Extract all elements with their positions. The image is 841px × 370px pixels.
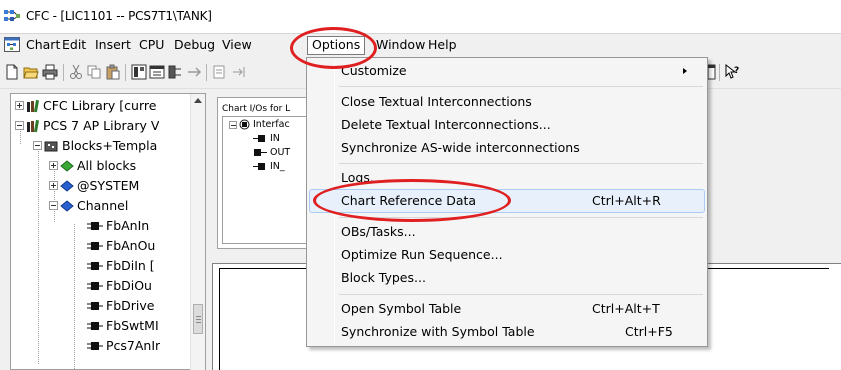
- tree-item-cfc-library[interactable]: CFC Library [curre: [15, 95, 156, 115]
- toolbar-separator: [125, 64, 126, 81]
- cut-icon[interactable]: [68, 64, 84, 80]
- menu-item-customize[interactable]: Customize: [309, 60, 705, 82]
- menu-view[interactable]: View: [218, 37, 256, 54]
- paste-icon[interactable]: [105, 64, 121, 80]
- toolbar-separator: [63, 64, 64, 81]
- menu-item-open-symbol-table[interactable]: Open Symbol Table Ctrl+Alt+T: [309, 298, 705, 320]
- grip-line: [196, 316, 201, 317]
- library-tree-panel[interactable]: CFC Library [curre PCS 7 AP Library V Bl…: [10, 93, 206, 370]
- collapse-icon[interactable]: [229, 120, 237, 129]
- menu-insert[interactable]: Insert: [91, 37, 135, 54]
- function-block-icon: [87, 241, 103, 250]
- tree-item-fbdrive[interactable]: FbDrive: [87, 295, 154, 315]
- input-pin-icon: [253, 163, 265, 170]
- function-block-icon: [87, 321, 103, 330]
- blue-diamond-folder-icon: [60, 179, 74, 192]
- tree-item-channel[interactable]: Channel: [49, 195, 128, 215]
- tree-item-fbanin[interactable]: FbAnIn: [87, 215, 149, 235]
- io-panel-header: Chart I/Os for L: [222, 104, 291, 114]
- library-icon[interactable]: [131, 64, 147, 80]
- collapse-icon[interactable]: [33, 141, 42, 150]
- menu-bar: Chart Edit Insert CPU Debug View Options…: [0, 34, 841, 56]
- menu-options[interactable]: Options: [307, 36, 366, 55]
- options-menu: Customize Close Textual Interconnections…: [306, 57, 708, 347]
- function-block-icon: [87, 301, 103, 310]
- interface-icon: [239, 119, 250, 130]
- menu-item-optimize-run-sequence[interactable]: Optimize Run Sequence...: [309, 244, 705, 266]
- arrow-right-bar-icon[interactable]: [231, 64, 247, 80]
- submenu-arrow-icon: [683, 68, 687, 74]
- print-icon[interactable]: [42, 64, 58, 80]
- menu-separator: [339, 217, 703, 218]
- chart-document-icon[interactable]: [4, 37, 20, 52]
- new-icon[interactable]: [4, 64, 20, 80]
- tree-item-fbswtml[interactable]: FbSwtMI: [87, 315, 159, 335]
- folder-icon: [44, 141, 58, 151]
- tree-item-fbdiou[interactable]: FbDiOu: [87, 275, 152, 295]
- menu-separator: [339, 294, 703, 295]
- menu-item-synchronize-symbol-table[interactable]: Synchronize with Symbol Table Ctrl+F5: [309, 321, 705, 343]
- scroll-thumb[interactable]: [193, 304, 203, 334]
- toolbar-separator: [719, 64, 720, 81]
- output-pin-icon: [254, 149, 267, 156]
- collapse-icon[interactable]: [49, 201, 58, 210]
- tree-guide-line: [74, 224, 75, 369]
- menu-item-synchronize-as-wide[interactable]: Synchronize AS-wide interconnections: [309, 137, 705, 159]
- menu-help[interactable]: Help: [424, 37, 461, 54]
- io-inout-node[interactable]: IN_: [253, 161, 285, 173]
- menu-debug[interactable]: Debug: [170, 37, 219, 54]
- input-pin-icon: [253, 135, 265, 142]
- blue-diamond-folder-icon: [60, 199, 74, 212]
- svg-text:?: ?: [734, 66, 739, 76]
- scroll-up-arrow-icon[interactable]: [194, 98, 202, 103]
- tree-item-pcs7-ap-library[interactable]: PCS 7 AP Library V: [15, 115, 159, 135]
- menu-window[interactable]: Window: [372, 37, 429, 54]
- toolbar-separator: [206, 64, 207, 81]
- menu-edit[interactable]: Edit: [58, 37, 90, 54]
- collapse-icon[interactable]: [15, 121, 24, 130]
- block-icon[interactable]: [167, 64, 183, 80]
- menu-cpu[interactable]: CPU: [135, 37, 168, 54]
- sheet-icon[interactable]: [212, 64, 228, 80]
- menu-separator: [339, 86, 703, 87]
- open-folder-icon[interactable]: [23, 64, 39, 80]
- expand-icon[interactable]: [15, 101, 24, 110]
- help-pointer-icon[interactable]: ?: [724, 64, 740, 80]
- io-in-node[interactable]: IN: [253, 133, 280, 145]
- menu-item-delete-textual-interconnections[interactable]: Delete Textual Interconnections...: [309, 114, 705, 136]
- catalog-icon[interactable]: [149, 64, 165, 80]
- library-books-icon: [27, 99, 40, 112]
- tree-vertical-scrollbar[interactable]: [190, 94, 205, 370]
- title-bar: CFC - [LIC1101 -- PCS7T1\TANK]: [0, 0, 841, 34]
- tree-item-fbanou[interactable]: FbAnOu: [87, 235, 155, 255]
- function-block-icon: [87, 281, 103, 290]
- menu-item-block-types[interactable]: Block Types...: [309, 267, 705, 289]
- io-interface-node[interactable]: Interfac: [229, 119, 290, 131]
- expand-icon[interactable]: [49, 161, 58, 170]
- window-title: CFC - [LIC1101 -- PCS7T1\TANK]: [26, 9, 212, 23]
- grip-line: [196, 322, 201, 323]
- menu-item-logs[interactable]: Logs...: [309, 167, 705, 189]
- tree-item-pcs7anin[interactable]: Pcs7AnIr: [87, 335, 160, 355]
- function-block-icon: [87, 261, 103, 270]
- tree-item-fbdiin[interactable]: FbDiIn [: [87, 255, 155, 275]
- tree-item-blocks-templates[interactable]: Blocks+Templa: [33, 135, 157, 155]
- menu-item-obs-tasks[interactable]: OBs/Tasks...: [309, 221, 705, 243]
- io-out-node[interactable]: OUT: [253, 147, 290, 159]
- green-diamond-folder-icon: [60, 159, 74, 172]
- cfc-app-icon: [4, 10, 20, 21]
- connection-icon[interactable]: [186, 64, 202, 80]
- menu-separator: [339, 163, 703, 164]
- menu-item-chart-reference-data[interactable]: Chart Reference Data Ctrl+Alt+R: [309, 189, 705, 213]
- grip-line: [196, 319, 201, 320]
- expand-icon[interactable]: [49, 181, 58, 190]
- function-block-icon: [87, 341, 103, 350]
- function-block-icon: [87, 221, 103, 230]
- menu-item-close-textual-interconnections[interactable]: Close Textual Interconnections: [309, 91, 705, 113]
- copy-icon[interactable]: [86, 64, 102, 80]
- tree-item-system[interactable]: @SYSTEM: [49, 175, 139, 195]
- tree-item-all-blocks[interactable]: All blocks: [49, 155, 136, 175]
- tree-guide-line: [38, 144, 39, 364]
- library-books-icon: [27, 119, 40, 132]
